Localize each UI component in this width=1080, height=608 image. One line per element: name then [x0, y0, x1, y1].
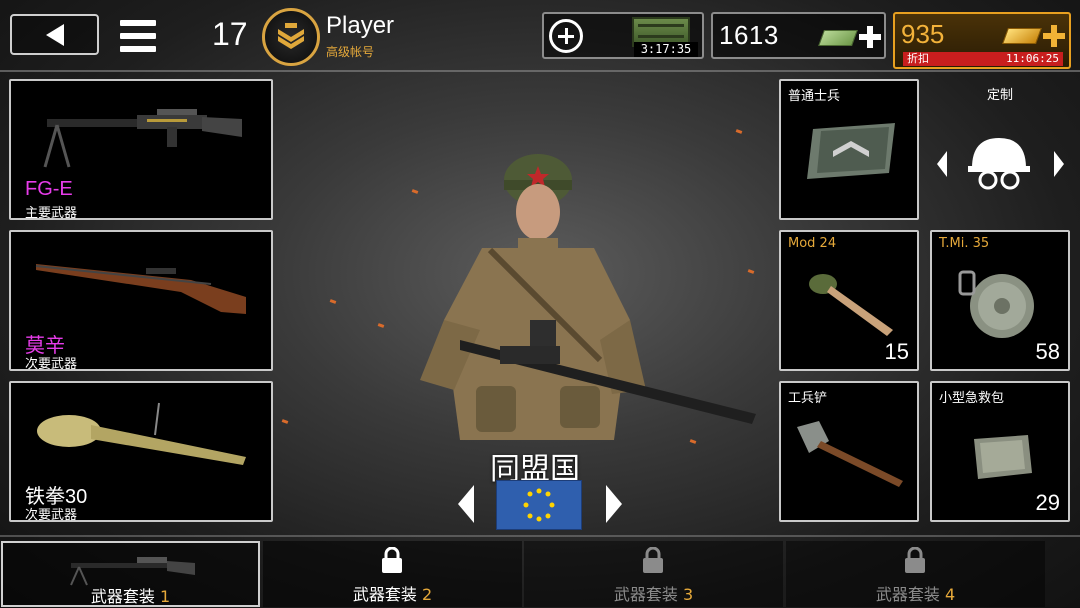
account-type-label: 高级帐号: [326, 45, 375, 59]
cash-panel[interactable]: 1613: [711, 12, 886, 59]
loadout-tab-3[interactable]: 武器套装 3: [524, 541, 783, 607]
gold-bar-icon: [1002, 28, 1042, 44]
rank-patch-icon: [807, 123, 895, 179]
third-weapon-type: 次要武器: [25, 508, 78, 523]
crate-timer: 3:17:35: [634, 42, 698, 57]
tab-label-text: 武器套装: [875, 585, 940, 604]
back-button[interactable]: [10, 14, 99, 55]
back-arrow-icon: [46, 24, 64, 46]
top-divider: [0, 70, 1080, 72]
third-weapon-slot[interactable]: 铁拳30 次要武器: [9, 381, 273, 523]
loadout-tab-1-label: 武器套装 1: [3, 583, 258, 607]
loadout-tab-3-label: 武器套装 3: [524, 581, 783, 605]
rank-title: 普通士兵: [788, 89, 841, 104]
rank-insignia-slot[interactable]: 普通士兵: [779, 79, 919, 220]
padlock-icon: [905, 547, 925, 573]
stick-grenade-icon: [809, 274, 893, 336]
tab-number: 1: [159, 587, 171, 606]
sale-label: 折扣: [907, 52, 929, 65]
loadout-tab-4-label: 武器套装 4: [786, 581, 1045, 605]
primary-weapon-name: FG-E: [25, 178, 73, 200]
medkit-title: 小型急救包: [939, 391, 1005, 406]
soldier-figure[interactable]: [400, 150, 760, 450]
cash-amount: 1613: [719, 20, 779, 50]
first-aid-kit-icon: [974, 435, 1032, 479]
rifle-icon: [35, 264, 246, 314]
panzerfaust-icon: [37, 402, 246, 465]
loadout-tab-1[interactable]: 武器套装 1: [1, 541, 260, 607]
player-name[interactable]: Player: [326, 12, 394, 40]
gold-amount: 935: [901, 19, 945, 49]
machine-gun-icon: [43, 109, 242, 168]
hamburger-menu-icon-bar: [120, 46, 156, 52]
add-cash-icon[interactable]: [859, 26, 881, 48]
ember-particle: [735, 129, 743, 134]
tab-label-text: 武器套装: [352, 585, 417, 604]
hamburger-menu-icon-bar: [120, 33, 156, 39]
player-level: 17: [212, 16, 248, 52]
ember-particle: [329, 299, 337, 304]
tab-number: 4: [944, 585, 956, 604]
landmine-icon: [958, 270, 1034, 338]
entrenching-shovel-icon: [797, 421, 903, 487]
helmet-icon[interactable]: [966, 134, 1032, 194]
cash-bill-icon: [818, 30, 858, 46]
eu-flag-icon: [496, 480, 582, 530]
supply-crate-panel[interactable]: 3:17:35: [542, 12, 704, 59]
bottom-divider: [0, 535, 1080, 537]
padlock-icon: [382, 547, 402, 573]
grenade-slot[interactable]: Mod 24 15: [779, 230, 919, 371]
primary-weapon-type: 主要武器: [25, 206, 78, 221]
ember-particle: [377, 323, 385, 328]
faction-prev-icon[interactable]: [456, 485, 478, 523]
mine-count: 58: [1035, 339, 1060, 364]
tab-label-text: 武器套装: [90, 587, 155, 606]
grenade-count: 15: [884, 339, 909, 364]
tab-label-text: 武器套装: [613, 585, 678, 604]
secondary-weapon-slot[interactable]: 莫辛 次要武器: [9, 230, 273, 372]
mine-title: T.Mi. 35: [939, 236, 990, 251]
primary-weapon-slot[interactable]: FG-E 主要武器: [9, 79, 273, 221]
loadout-tab-4[interactable]: 武器套装 4: [786, 541, 1045, 607]
medkit-slot[interactable]: 小型急救包 29: [930, 381, 1070, 522]
gold-panel[interactable]: 935 折扣 11:06:25: [893, 12, 1071, 69]
sergeant-chevron-icon: [278, 23, 304, 49]
helmet-next-icon[interactable]: [1052, 151, 1066, 177]
sale-timer: 11:06:25: [1006, 52, 1059, 65]
flag-stars: [523, 488, 555, 522]
customize-title: 定制: [986, 88, 1013, 103]
tab-number: 2: [421, 585, 433, 604]
plus-circle-icon[interactable]: [549, 19, 583, 53]
tab-number: 3: [682, 585, 694, 604]
grenade-title: Mod 24: [788, 236, 837, 251]
machine-gun-thumbnail-icon: [70, 557, 195, 586]
rank-badge[interactable]: [262, 8, 320, 66]
sale-banner[interactable]: 折扣 11:06:25: [903, 52, 1063, 66]
loadout-tab-2[interactable]: 武器套装 2: [263, 541, 522, 607]
hamburger-menu-icon: [120, 20, 156, 26]
mine-slot[interactable]: T.Mi. 35 58: [930, 230, 1070, 371]
add-gold-icon[interactable]: [1043, 25, 1065, 47]
shovel-slot[interactable]: 工兵铲: [779, 381, 919, 522]
medkit-count: 29: [1035, 490, 1060, 515]
shovel-title: 工兵铲: [788, 391, 828, 406]
ember-particle: [281, 419, 289, 424]
secondary-weapon-type: 次要武器: [25, 357, 78, 372]
menu-button[interactable]: [118, 18, 158, 54]
padlock-icon: [643, 547, 663, 573]
loadout-tab-2-label: 武器套装 2: [263, 581, 522, 605]
helmet-prev-icon[interactable]: [935, 151, 949, 177]
faction-next-icon[interactable]: [602, 485, 624, 523]
